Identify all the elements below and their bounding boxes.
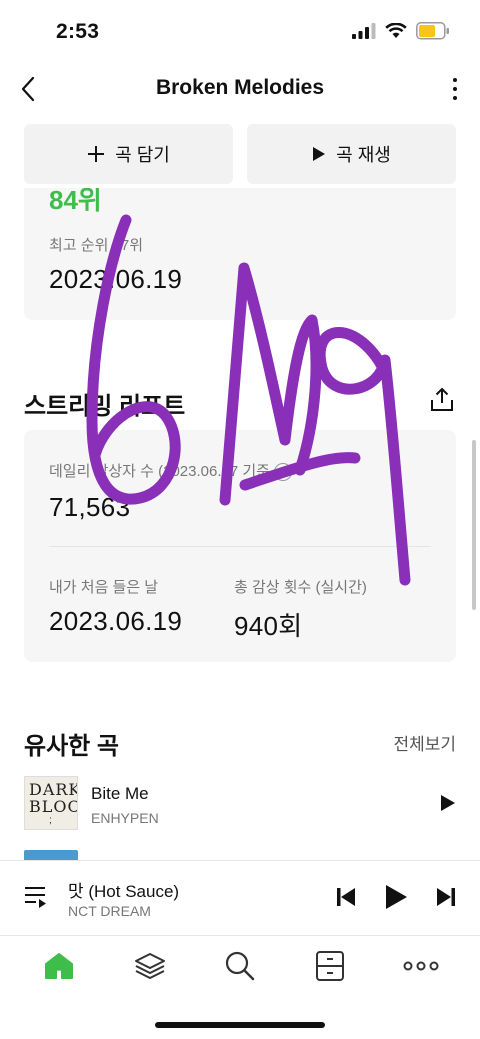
similar-songs-title: 유사한 곡 <box>24 733 119 760</box>
tab-browse[interactable] <box>120 941 180 991</box>
skip-next-icon[interactable] <box>436 886 456 908</box>
tab-search[interactable] <box>210 941 270 991</box>
best-rank-label: 최고 순위 47위 <box>49 237 144 254</box>
layers-icon <box>134 953 165 979</box>
now-playing-title: 맛 (Hot Sauce) <box>68 882 180 901</box>
play-song-label: 곡 재생 <box>336 145 391 165</box>
play-icon <box>313 147 326 161</box>
play-icon[interactable] <box>440 794 456 812</box>
scrollbar[interactable] <box>472 440 476 610</box>
song-row[interactable]: DARK BLOOD ; Bite Me ENHYPEN <box>24 776 456 832</box>
library-icon <box>316 951 345 981</box>
daily-listeners-value: 71,563 <box>49 492 131 522</box>
action-row: 곡 담기 곡 재생 <box>24 124 456 184</box>
add-song-button[interactable]: 곡 담기 <box>24 124 233 184</box>
total-plays-label: 총 감상 횟수 (실시간) <box>234 579 367 596</box>
daily-listeners-label: 데일리 감상자 수 (2023.06.27 기준 i <box>49 460 292 482</box>
mini-player[interactable]: 맛 (Hot Sauce) NCT DREAM <box>0 860 480 936</box>
home-indicator <box>155 1022 325 1028</box>
search-icon <box>225 951 255 981</box>
daily-listeners-label-text: 데일리 감상자 수 (2023.06.27 기준 <box>49 463 270 480</box>
streaming-report-title: 스트리밍 리포트 <box>24 393 186 420</box>
dot <box>453 87 457 91</box>
song-artist: ENHYPEN <box>91 810 159 826</box>
tab-library[interactable] <box>300 941 360 991</box>
now-playing-artist: NCT DREAM <box>68 903 151 919</box>
cellular-signal-icon <box>352 23 376 39</box>
battery-icon <box>416 22 449 40</box>
streaming-report-card: 데일리 감상자 수 (2023.06.27 기준 i 71,563 내가 처음 들… <box>24 430 456 662</box>
status-time: 2:53 <box>56 20 100 43</box>
first-listen-label: 내가 처음 들은 날 <box>49 579 159 596</box>
first-listen-value: 2023.06.19 <box>49 606 183 636</box>
play-song-button[interactable]: 곡 재생 <box>247 124 456 184</box>
back-button[interactable] <box>14 74 42 104</box>
tab-home[interactable] <box>29 941 89 991</box>
skip-previous-icon[interactable] <box>336 886 356 908</box>
tab-more[interactable] <box>391 941 451 991</box>
more-options-button[interactable] <box>444 74 466 104</box>
plus-icon <box>88 146 105 162</box>
info-icon[interactable]: i <box>273 463 292 482</box>
share-icon[interactable] <box>428 386 456 414</box>
more-icon <box>403 961 439 971</box>
divider <box>49 546 431 547</box>
best-rank-date: 2023.06.19 <box>49 264 183 294</box>
album-art: DARK BLOOD ; <box>24 776 78 830</box>
home-icon <box>45 953 74 979</box>
add-song-label: 곡 담기 <box>115 145 170 165</box>
dot <box>453 96 457 100</box>
dot <box>453 78 457 82</box>
wifi-icon <box>385 23 407 38</box>
total-plays-value: 940회 <box>234 611 303 641</box>
song-title: Bite Me <box>91 784 149 803</box>
nav-bar: Broken Melodies <box>0 62 480 118</box>
tab-bar <box>0 936 480 996</box>
chevron-left-icon <box>21 76 35 102</box>
playlist-icon[interactable] <box>24 885 50 909</box>
status-icons <box>352 22 450 40</box>
album-art-text: BLOOD <box>29 797 77 816</box>
status-bar: 2:53 <box>0 0 480 62</box>
page-title: Broken Melodies <box>155 76 325 99</box>
player-controls <box>336 883 456 911</box>
rank-card: 84위 최고 순위 47위 2023.06.19 <box>24 172 456 320</box>
see-all-link[interactable]: 전체보기 <box>393 730 456 755</box>
play-icon[interactable] <box>384 883 408 911</box>
album-art-mark: ; <box>49 815 52 826</box>
